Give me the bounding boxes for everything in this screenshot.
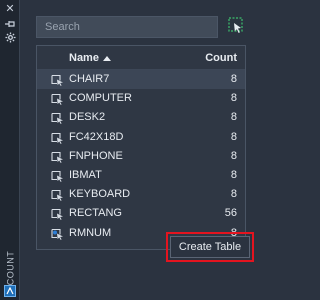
table-row[interactable]: FC42X18D 8: [37, 128, 245, 147]
table-row[interactable]: IBMAT 8: [37, 166, 245, 185]
block-icon: [51, 92, 65, 106]
row-count: 8: [230, 149, 237, 162]
table-row[interactable]: COMPUTER 8: [37, 89, 245, 108]
block-count-list: Name Count CHAIR7 8 COMPUTER 8 DESK2 8 FC42X18…: [36, 45, 246, 250]
close-icon[interactable]: ✕: [3, 3, 17, 15]
row-name: RMNUM: [69, 226, 112, 239]
row-name: IBMAT: [69, 168, 102, 181]
row-count: 8: [230, 130, 237, 143]
column-header-name[interactable]: Name: [69, 52, 111, 64]
block-icon: [51, 73, 65, 86]
block-icon: [51, 169, 65, 182]
gear-icon[interactable]: [3, 31, 17, 43]
row-count: 8: [230, 168, 237, 181]
block-icon: [51, 207, 65, 221]
palette-title: COUNT: [5, 250, 15, 286]
table-row[interactable]: FNPHONE 8: [37, 147, 245, 166]
column-header-count[interactable]: Count: [205, 52, 237, 64]
pin-icon[interactable]: [3, 18, 17, 30]
select-objects-icon[interactable]: [228, 17, 244, 35]
row-name: DESK2: [69, 111, 106, 124]
search-input[interactable]: [36, 16, 218, 38]
palette-title-bar: ✕ COUNT: [0, 0, 20, 300]
autocad-app-icon[interactable]: [4, 284, 16, 297]
table-row[interactable]: CHAIR7 8: [37, 70, 245, 90]
table-row[interactable]: RECTANG 56: [37, 204, 245, 223]
create-table-button[interactable]: Create Table: [166, 232, 254, 262]
row-name: COMPUTER: [69, 92, 132, 105]
row-count: 8: [230, 73, 237, 85]
row-name: FC42X18D: [69, 130, 124, 143]
table-row[interactable]: KEYBOARD 8: [37, 185, 245, 204]
table-row[interactable]: DESK2 8: [37, 108, 245, 127]
row-name: CHAIR7: [69, 73, 110, 85]
row-count: 56: [224, 207, 237, 220]
row-name: KEYBOARD: [69, 188, 131, 201]
row-name: RECTANG: [69, 207, 122, 220]
block-icon: [51, 111, 65, 125]
block-attribute-icon: [51, 227, 65, 240]
list-header: Name Count: [37, 46, 245, 70]
row-count: 8: [230, 92, 237, 105]
sort-ascending-icon: [102, 55, 111, 61]
row-name: FNPHONE: [69, 149, 123, 162]
block-icon: [51, 131, 65, 144]
row-count: 8: [230, 111, 237, 124]
list-rows: CHAIR7 8 COMPUTER 8 DESK2 8 FC42X18D 8 FNPHONE 8 I…: [37, 70, 245, 243]
block-icon: [51, 150, 65, 163]
row-count: 8: [230, 188, 237, 201]
block-icon: [51, 188, 65, 202]
